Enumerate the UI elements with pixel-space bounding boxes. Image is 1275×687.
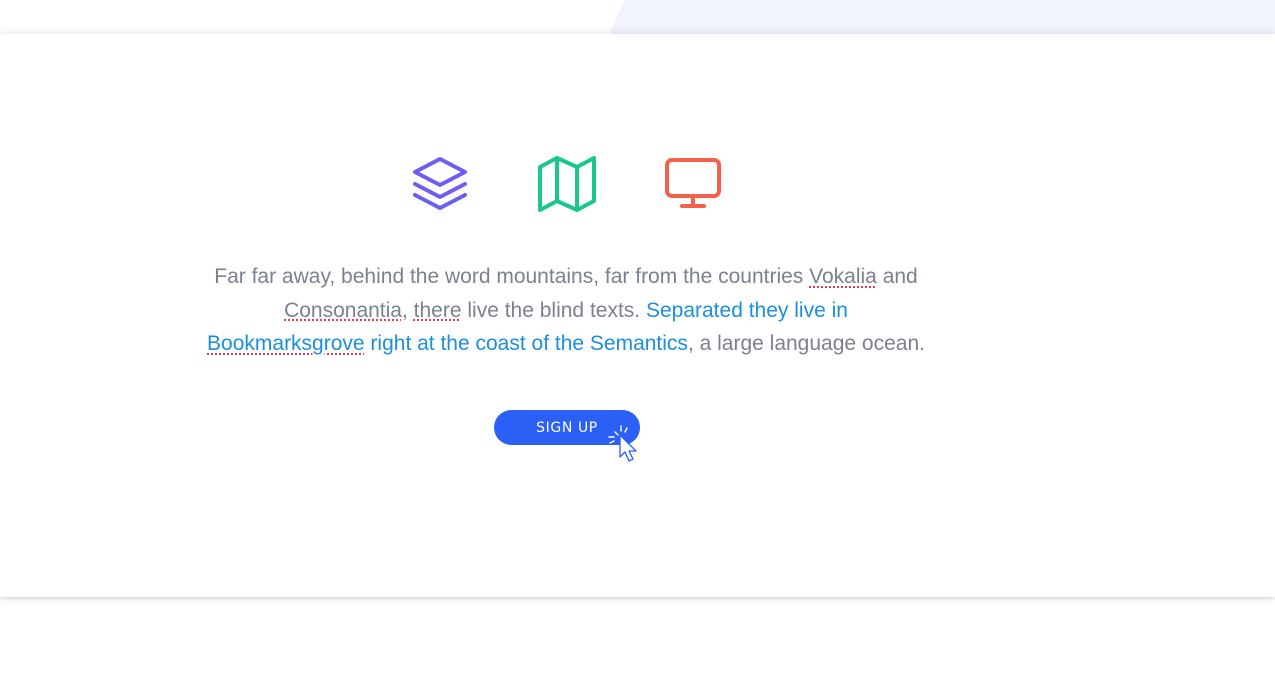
feature-icon-row [410,154,726,214]
intro-text: live the blind texts. [461,298,646,322]
misspelled-word[interactable]: there [414,299,462,322]
pointer-cursor-icon [606,424,642,464]
top-strip [0,0,1275,34]
sign-up-label: SIGN UP [536,419,598,436]
intro-text: Far far away, behind the word mountains,… [214,265,810,288]
intro-text: and [876,265,918,288]
map-icon [537,154,597,214]
top-strip-tint [610,0,1275,34]
misspelled-word[interactable]: Vokalia [809,265,877,288]
link-text: Separated they live in [645,298,848,322]
misspelled-word[interactable]: Consonantia [284,299,402,322]
monitor-icon [663,154,723,214]
intro-text: , a large language ocean. [687,332,925,356]
link-text: right at the coast of the Semantics [364,332,688,356]
intro-text: , [401,298,414,322]
intro-paragraph: Far far away, behind the word mountains,… [205,260,927,361]
layers-icon [410,154,470,214]
misspelled-word[interactable]: Bookmarksgrove [207,332,365,355]
